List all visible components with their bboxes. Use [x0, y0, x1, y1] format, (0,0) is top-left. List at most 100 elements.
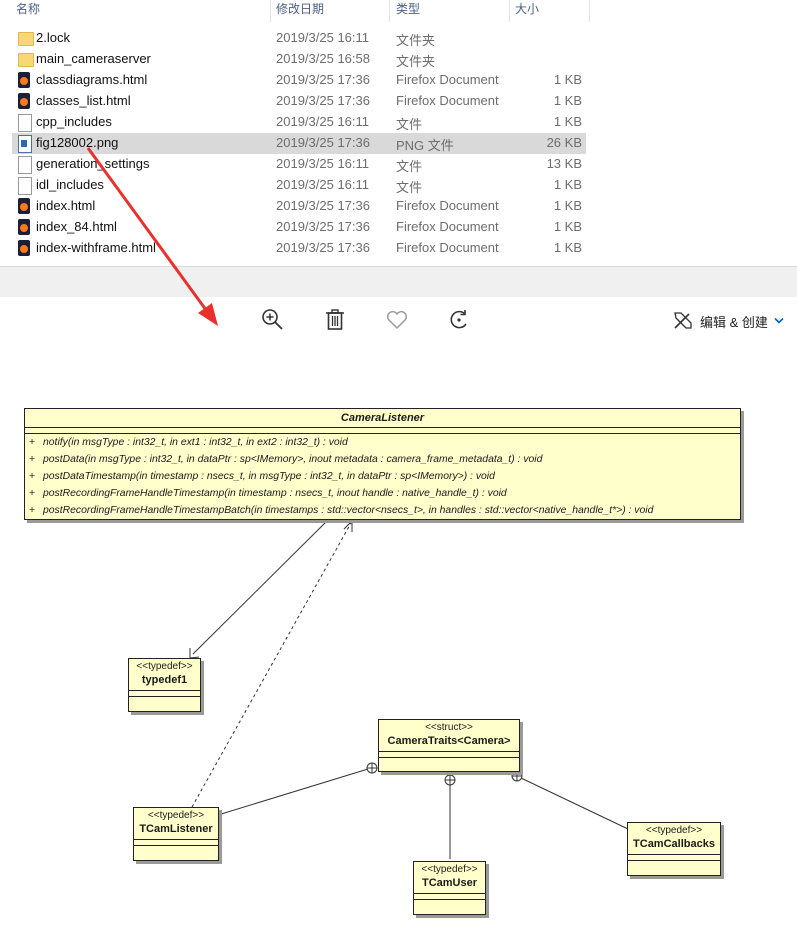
realization-arrowhead — [343, 519, 353, 532]
file-row[interactable]: classes_list.html 2019/3/25 17:36 Firefox … — [12, 91, 586, 112]
visibility-marker: + — [29, 488, 36, 499]
method-signature: notify(in msgType : int32_t, in ext1 : i… — [43, 437, 348, 448]
file-row[interactable]: 2.lock 2019/3/25 16:11 文件夹 — [12, 28, 586, 49]
file-size: 26 KB — [546, 135, 582, 150]
file-name: index.html — [36, 198, 96, 213]
typedef-tcam-callbacks[interactable]: <<typedef>> TCamCallbacks — [627, 822, 721, 876]
file-row[interactable]: index_84.html 2019/3/25 17:36 Firefox Docu… — [12, 217, 586, 238]
file-type: PNG 文件 — [396, 138, 454, 153]
file-name: classes_list.html — [36, 93, 131, 108]
methods-section — [414, 899, 485, 905]
stereotype-label: <<typedef>> — [421, 864, 478, 875]
column-divider[interactable] — [270, 0, 271, 22]
file-type: Firefox Document — [396, 198, 499, 213]
file-row[interactable]: idl_includes 2019/3/25 16:11 文件 1 KB — [12, 175, 586, 196]
file-name: idl_includes — [36, 177, 104, 192]
favorite-button[interactable] — [384, 307, 410, 333]
class-camera-listener[interactable]: CameraListener + notify(in msgType : int3… — [24, 408, 741, 520]
column-header-type[interactable]: 类型 — [396, 0, 420, 22]
folder-icon — [18, 32, 34, 46]
file-name: 2.lock — [36, 30, 70, 45]
file-name: fig128002.png — [36, 135, 119, 150]
stereotype-label: <<typedef>> — [645, 825, 703, 836]
delete-button[interactable] — [322, 307, 348, 333]
file-row[interactable]: fig128002.png 2019/3/25 17:36 PNG 文件 26 KB — [12, 133, 586, 154]
zoom-in-icon — [262, 309, 283, 330]
method-row: + postData(in msgType : int32_t, in dataP… — [25, 451, 740, 468]
file-type: 文件 — [396, 180, 423, 195]
class-name: TCamCallbacks — [633, 838, 715, 850]
uml-class-diagram: CameraListener + notify(in msgType : int3… — [0, 345, 797, 926]
typedef-tcam-user[interactable]: <<typedef>> TCamUser — [413, 861, 486, 915]
file-size: 13 KB — [546, 156, 582, 171]
file-name: generation_settings — [36, 156, 150, 171]
file-row[interactable]: cpp_includes 2019/3/25 16:11 文件 1 KB — [12, 112, 586, 133]
file-type: 文件夹 — [396, 54, 436, 69]
method-signature: postRecordingFrameHandleTimestampBatch(i… — [43, 505, 654, 516]
column-divider[interactable] — [589, 0, 590, 22]
methods-section — [628, 860, 720, 866]
file-icon — [18, 114, 32, 132]
file-row[interactable]: index.html 2019/3/25 17:36 Firefox Documen… — [12, 196, 586, 217]
file-row[interactable]: classdiagrams.html 2019/3/25 17:36 Firefox… — [12, 70, 586, 91]
column-header-date[interactable]: 修改日期 — [276, 0, 324, 22]
viewer-toolbar: 编辑 & 创建 — [0, 297, 797, 345]
file-row[interactable]: main_cameraserver 2019/3/25 16:58 文件夹 — [12, 49, 586, 70]
trash-icon — [326, 309, 344, 330]
file-icon — [18, 177, 32, 195]
file-name: index_84.html — [36, 219, 117, 234]
rotate-icon — [450, 310, 467, 329]
file-row[interactable]: index-withframe.html 2019/3/25 17:36 Firef… — [12, 238, 586, 259]
firefox-html-icon — [18, 240, 30, 256]
method-signature: postData(in msgType : int32_t, in dataPt… — [43, 454, 543, 465]
file-size: 1 KB — [553, 219, 582, 234]
file-size: 1 KB — [553, 198, 582, 213]
visibility-marker: + — [29, 505, 36, 516]
class-name: typedef1 — [141, 674, 188, 686]
file-date: 2019/3/25 17:36 — [276, 240, 370, 255]
visibility-marker: + — [29, 454, 36, 465]
column-divider[interactable] — [389, 0, 390, 22]
file-date: 2019/3/25 17:36 — [276, 198, 370, 213]
column-divider[interactable] — [509, 0, 510, 22]
file-type: 文件 — [396, 117, 423, 132]
file-name: classdiagrams.html — [36, 72, 148, 87]
file-name: main_cameraserver — [36, 51, 151, 66]
class-name: TCamListener — [139, 823, 213, 835]
typedef-typedef1[interactable]: <<typedef>> typedef1 — [128, 658, 201, 712]
file-date: 2019/3/25 16:11 — [276, 30, 370, 45]
file-date: 2019/3/25 16:58 — [276, 51, 370, 66]
file-type: 文件 — [396, 159, 423, 174]
file-date: 2019/3/25 16:11 — [276, 177, 370, 192]
method-row: + postDataTimestamp(in timestamp : nsecs_… — [25, 468, 740, 485]
stereotype-label: <<typedef>> — [147, 810, 205, 821]
zoom-in-button[interactable] — [260, 307, 286, 333]
firefox-html-icon — [18, 219, 30, 235]
file-size: 1 KB — [553, 93, 582, 108]
folder-icon — [18, 53, 34, 67]
file-size: 1 KB — [553, 72, 582, 87]
heart-icon — [386, 310, 408, 330]
file-date: 2019/3/25 17:36 — [276, 135, 370, 150]
png-image-icon — [18, 135, 32, 153]
file-size: 1 KB — [553, 114, 582, 129]
method-signature: postDataTimestamp(in timestamp : nsecs_t… — [43, 471, 495, 482]
edit-create-label: 编辑 & 创建 — [700, 315, 768, 330]
column-header-name[interactable]: 名称 — [16, 0, 40, 22]
firefox-html-icon — [18, 93, 30, 109]
column-header-size[interactable]: 大小 — [515, 0, 539, 22]
file-date: 2019/3/25 17:36 — [276, 72, 370, 87]
file-row[interactable]: generation_settings 2019/3/25 16:11 文件 13 K… — [12, 154, 586, 175]
class-name: CameraListener — [340, 412, 425, 424]
method-signature: postRecordingFrameHandleTimestamp(in tim… — [43, 488, 507, 499]
methods-section: + notify(in msgType : int32_t, in ext1 : … — [25, 433, 740, 519]
rotate-button[interactable] — [446, 307, 472, 333]
file-date: 2019/3/25 17:36 — [276, 219, 370, 234]
typedef-tcam-listener[interactable]: <<typedef>> TCamListener — [133, 807, 219, 861]
stereotype-label: <<typedef>> — [136, 661, 193, 672]
chevron-down-icon — [774, 317, 784, 324]
struct-camera-traits[interactable]: <<struct>> CameraTraits<Camera> — [378, 719, 520, 772]
nesting-line-tcamlistener — [217, 768, 369, 816]
file-type: Firefox Document — [396, 240, 499, 255]
stereotype-label: <<struct>> — [425, 722, 473, 733]
